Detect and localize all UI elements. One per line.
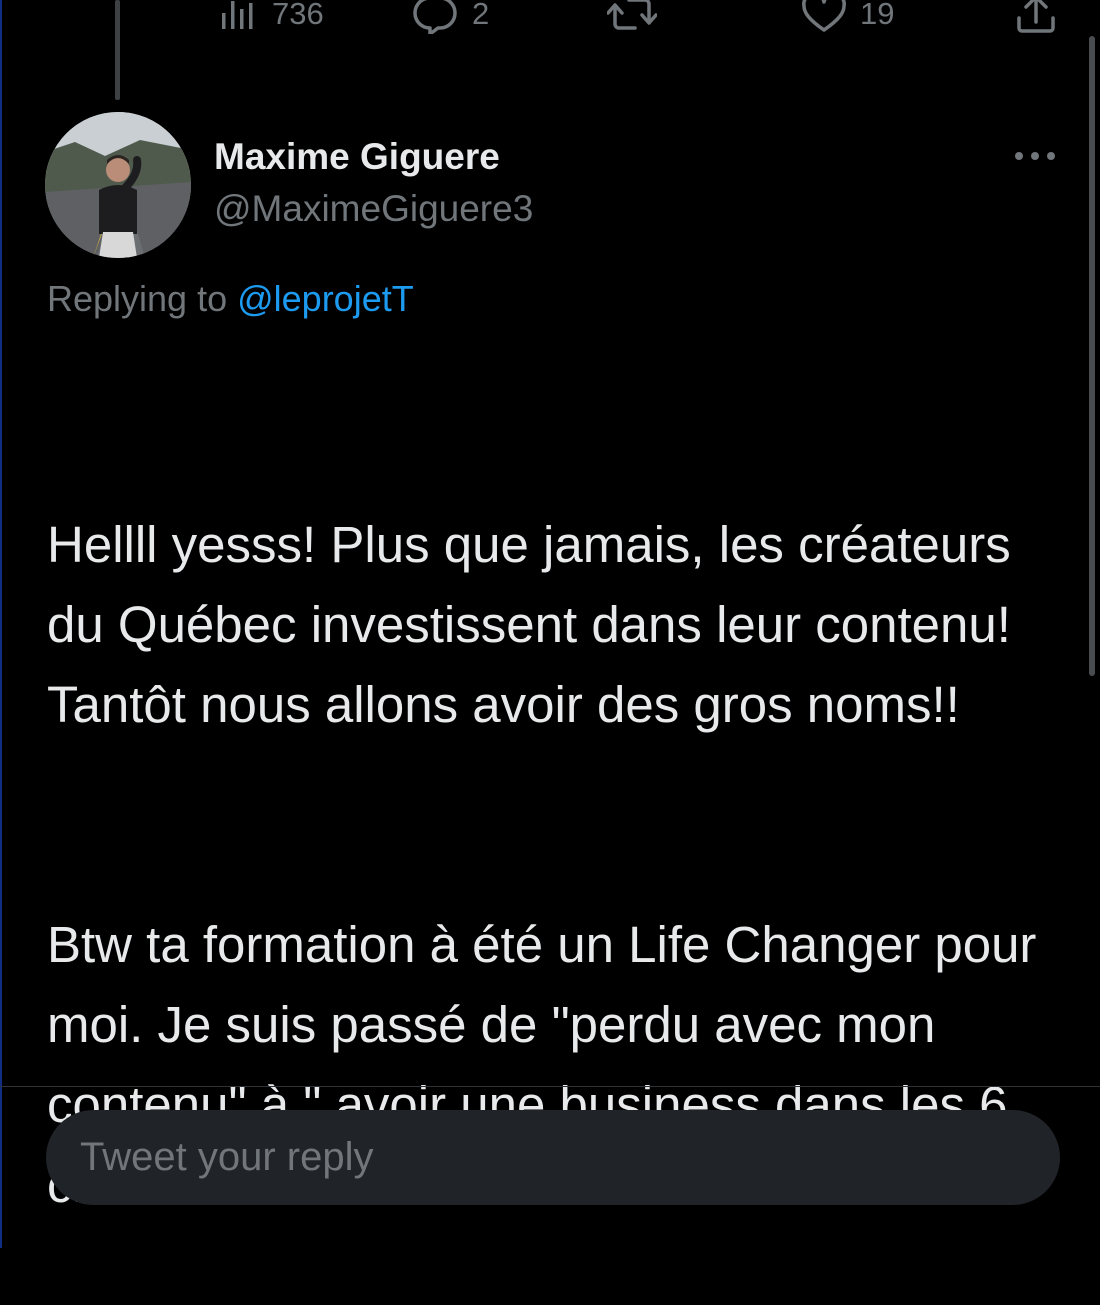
- like-button[interactable]: 19: [802, 0, 894, 34]
- replying-to-line: Replying to @leprojetT: [47, 278, 414, 320]
- tweet-paragraph: Hellll yesss! Plus que jamais, les créat…: [47, 516, 1025, 733]
- views-count: 736: [272, 0, 324, 31]
- likes-count: 19: [860, 0, 895, 31]
- previous-tweet-action-bar: 736 2 19: [0, 0, 1100, 36]
- more-options-button[interactable]: [1010, 142, 1060, 172]
- author-handle[interactable]: @MaximeGiguere3: [214, 188, 533, 230]
- bar-chart-icon: [220, 0, 258, 31]
- speech-bubble-icon: [412, 0, 458, 34]
- replies-count: 2: [472, 0, 490, 31]
- retweet-icon: [607, 0, 657, 34]
- retweet-button[interactable]: [607, 0, 671, 34]
- reply-button[interactable]: 2: [412, 0, 489, 34]
- reply-placeholder: Tweet your reply: [80, 1135, 374, 1179]
- heart-icon: [802, 0, 846, 34]
- window-edge: [0, 0, 2, 1248]
- share-upload-icon: [1014, 0, 1058, 34]
- views-button[interactable]: 736: [220, 0, 324, 34]
- replying-to-prefix: Replying to: [47, 278, 238, 319]
- more-dots-icon: [1013, 148, 1057, 166]
- author-display-name[interactable]: Maxime Giguere: [214, 136, 500, 178]
- share-button[interactable]: [1014, 0, 1058, 34]
- divider: [0, 1086, 1100, 1087]
- avatar[interactable]: [45, 112, 191, 258]
- scrollbar[interactable]: [1089, 36, 1095, 676]
- replying-to-mention-link[interactable]: @leprojetT: [237, 278, 414, 319]
- reply-composer-input[interactable]: Tweet your reply: [46, 1110, 1060, 1205]
